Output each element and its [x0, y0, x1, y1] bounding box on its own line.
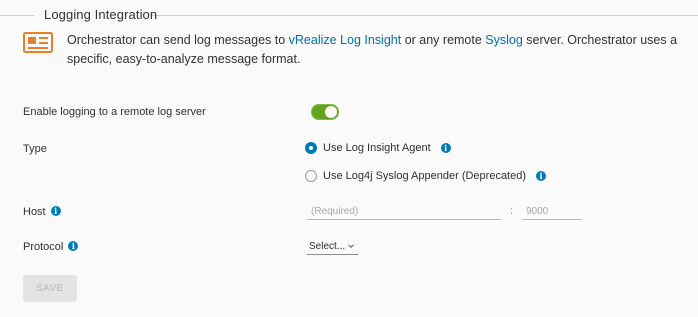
radio-log4j-syslog[interactable]: Use Log4j Syslog Appender (Deprecated) i: [305, 170, 547, 182]
fieldset-divider-right: [152, 15, 698, 16]
protocol-label: Protocol i: [23, 241, 79, 253]
save-button[interactable]: SAVE: [23, 275, 77, 302]
enable-logging-toggle[interactable]: [311, 104, 339, 120]
log-insight-link[interactable]: vRealize Log Insight: [289, 33, 402, 47]
newspaper-icon: [23, 32, 53, 53]
host-label: Host i: [23, 206, 61, 218]
info-icon[interactable]: i: [536, 171, 547, 181]
radio-label-log4j: Use Log4j Syslog Appender (Deprecated): [323, 170, 527, 182]
chevron-down-icon: [348, 244, 354, 249]
info-icon[interactable]: i: [50, 206, 61, 216]
section-legend: Logging Integration: [44, 7, 158, 22]
type-label: Type: [23, 143, 47, 155]
radio-button-unchecked[interactable]: [305, 170, 317, 182]
radio-log-insight-agent[interactable]: Use Log Insight Agent i: [305, 142, 451, 154]
toggle-knob: [325, 106, 337, 118]
protocol-select-value: Select...: [309, 240, 346, 252]
fieldset-divider-left: [0, 15, 34, 16]
info-icon[interactable]: i: [440, 143, 451, 153]
enable-logging-label: Enable logging to a remote log server: [23, 106, 206, 118]
banner-text: Orchestrator can send log messages to vR…: [67, 33, 678, 66]
port-separator: :: [510, 205, 514, 217]
protocol-select[interactable]: Select...: [307, 238, 358, 255]
syslog-link[interactable]: Syslog: [485, 33, 523, 47]
host-input[interactable]: [307, 204, 501, 220]
port-input[interactable]: [522, 204, 582, 220]
info-icon[interactable]: i: [68, 241, 79, 251]
radio-label-log-insight: Use Log Insight Agent: [323, 142, 431, 154]
radio-button-checked[interactable]: [305, 142, 317, 154]
